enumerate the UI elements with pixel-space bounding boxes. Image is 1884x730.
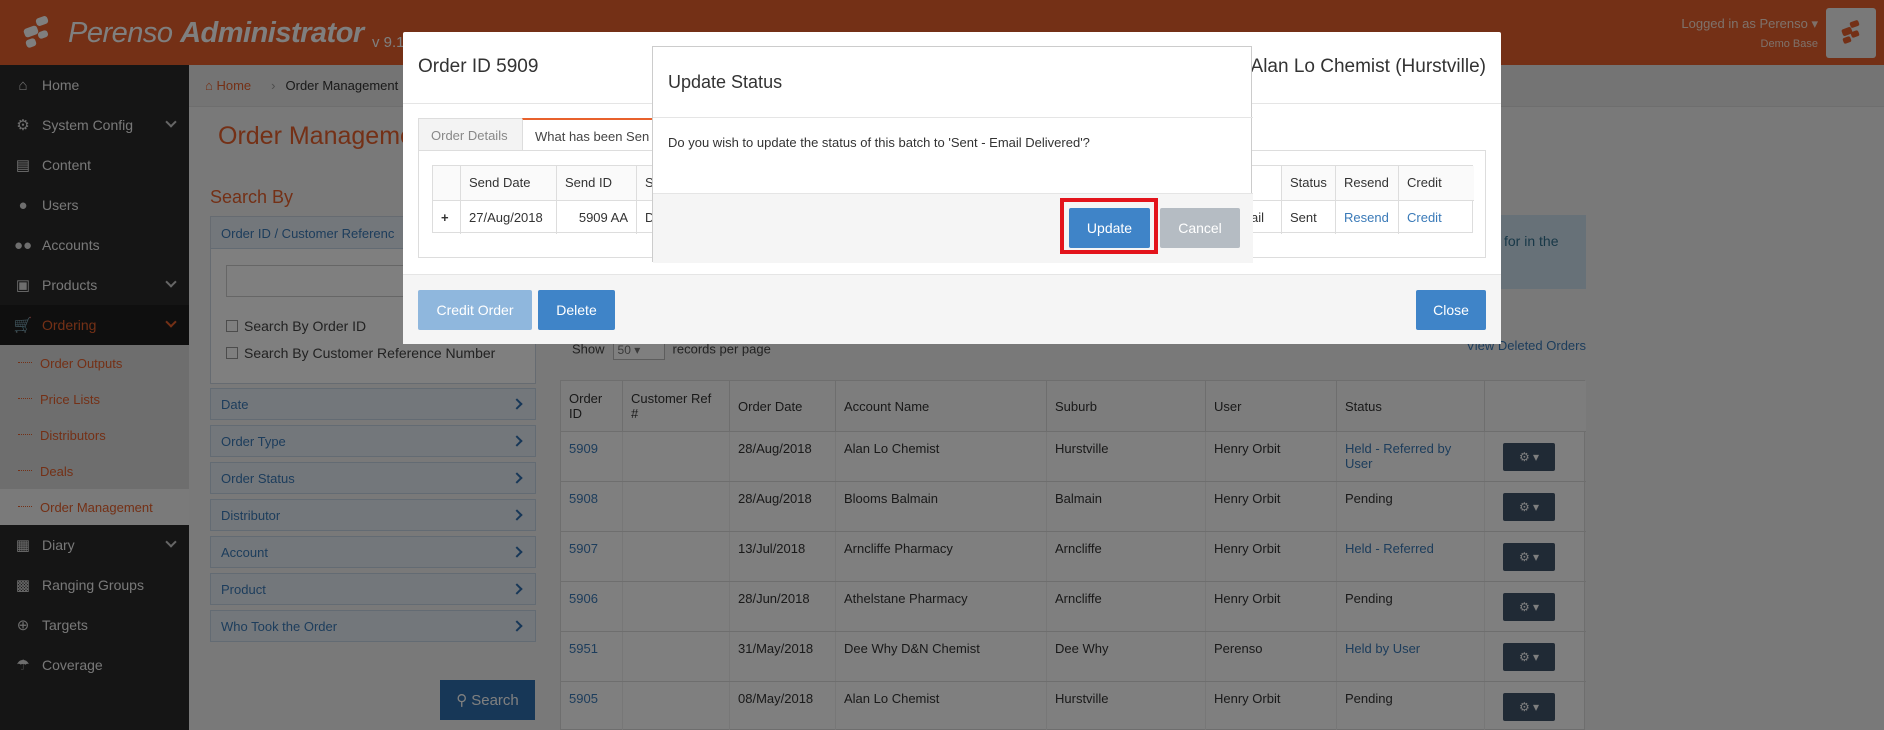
header-label: Send ID [565,175,612,190]
column-header-send-date[interactable]: Send Date [461,166,557,200]
expand-row-icon[interactable]: + [433,200,461,234]
column-header-status[interactable]: Status [1281,166,1336,200]
header-label: Send Date [469,175,531,190]
send-id-cell: 5909 AA [557,200,637,234]
button-label: Credit Order [436,302,514,318]
batch-status-cell: Sent [1281,200,1336,234]
tab-label: What has been Sen [535,129,650,144]
update-status-modal: Update Status Do you wish to update the … [652,46,1253,263]
send-date-cell: 27/Aug/2018 [461,200,557,234]
delete-button[interactable]: Delete [538,290,615,330]
divider [653,117,1253,118]
tab-order-details[interactable]: Order Details [418,118,523,151]
header-label: Credit [1407,175,1442,190]
order-modal-footer: Credit Order Delete Close [403,274,1501,344]
update-status-message: Do you wish to update the status of this… [668,135,1090,150]
cancel-button[interactable]: Cancel [1160,208,1240,248]
button-label: Close [1433,302,1469,318]
button-label: Delete [556,302,597,318]
close-button[interactable]: Close [1416,290,1486,330]
tab-label: Order Details [431,128,508,143]
header-label: Status [1290,175,1327,190]
column-header-resend[interactable]: Resend [1336,166,1399,200]
column-header-expand [433,166,461,200]
credit-order-button[interactable]: Credit Order [418,290,532,330]
resend-link[interactable]: Resend [1336,200,1399,234]
column-header-credit[interactable]: Credit [1399,166,1474,200]
header-label: Resend [1344,175,1389,190]
credit-link[interactable]: Credit [1399,200,1474,234]
button-label: Cancel [1178,220,1222,236]
expand-symbol: + [441,210,449,225]
update-button-highlight [1060,198,1158,254]
order-modal-title: Order ID 5909 [418,56,539,77]
column-header-send-id[interactable]: Send ID [557,166,637,200]
update-status-title: Update Status [668,72,783,92]
order-modal-customer: Alan Lo Chemist (Hurstville) [1250,56,1486,77]
tab-what-has-been-sent[interactable]: What has been Sen [522,118,662,151]
update-status-footer: Update Cancel [653,193,1253,263]
